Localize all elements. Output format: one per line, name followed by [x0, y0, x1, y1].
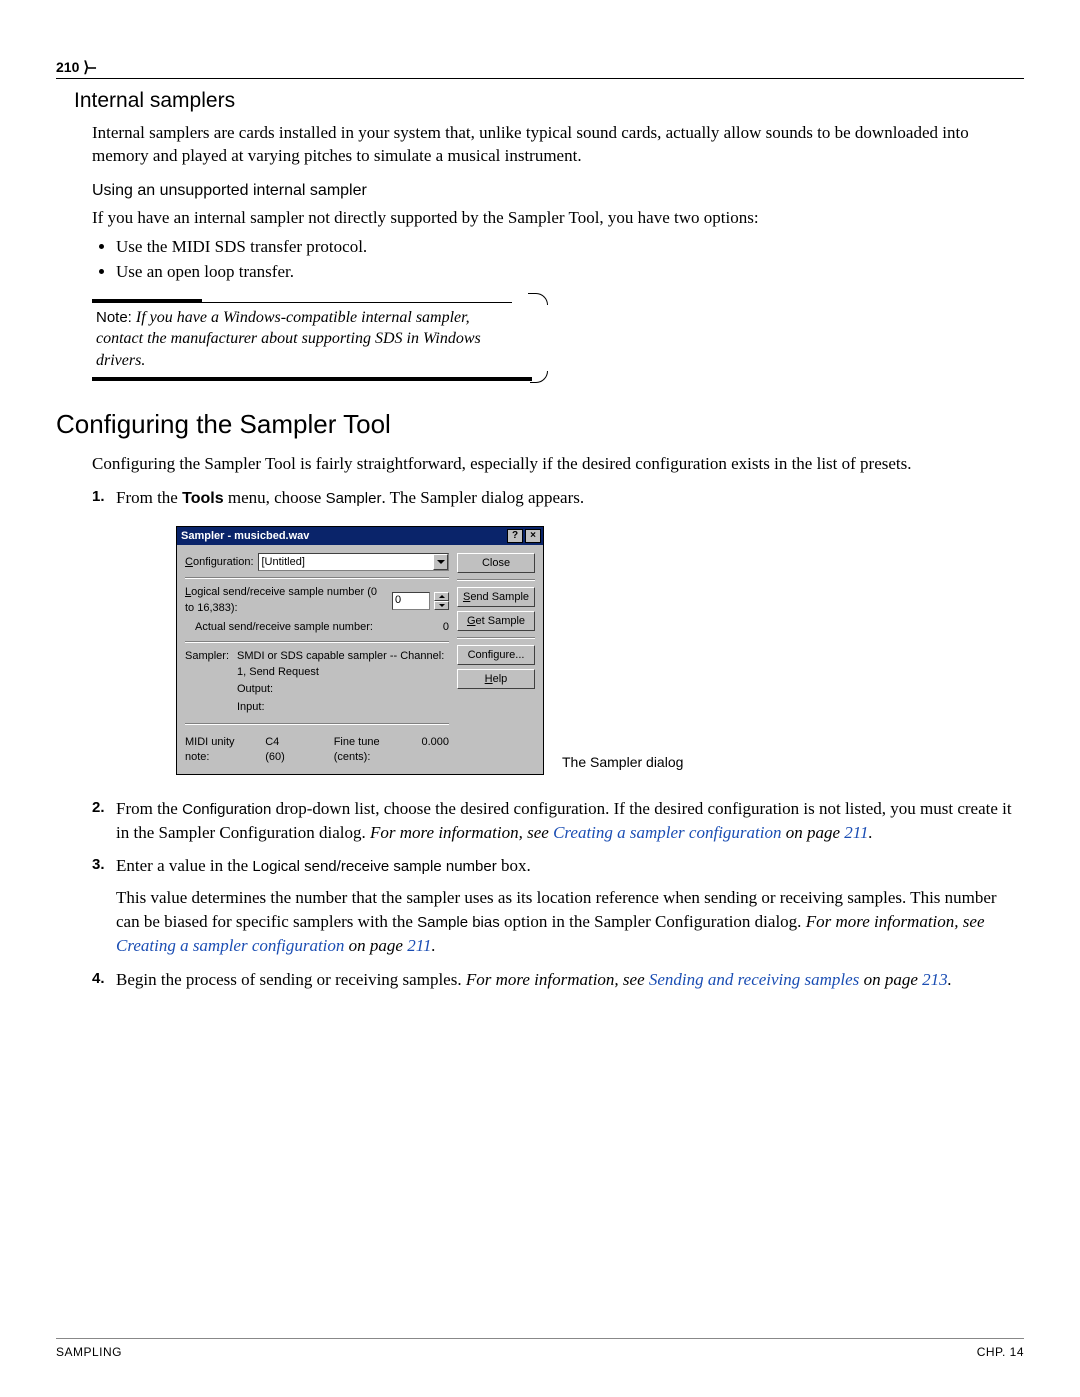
page-number: 210 ⟩⎯ [56, 58, 1024, 76]
text-run-italic: . [948, 970, 952, 989]
note-swash-icon [528, 293, 548, 305]
cross-reference-link[interactable]: Sending and receiving samples [649, 970, 859, 989]
input-label: Input: [237, 700, 279, 715]
close-button[interactable]: × [525, 529, 541, 543]
ui-configuration-dropdown: Configuration [182, 801, 271, 818]
text-run: From the [116, 488, 182, 507]
note-body: If you have a Windows-compatible interna… [96, 309, 481, 369]
text-run-italic: For more information, see [370, 823, 553, 842]
ui-sampler-item: Sampler [326, 490, 382, 507]
text-run-italic: For more information, see [806, 912, 985, 931]
chevron-down-icon[interactable] [433, 554, 448, 570]
step-1: 1. From the Tools menu, choose Sampler. … [92, 486, 1024, 775]
page-number-decoration: ⟩⎯ [83, 58, 94, 76]
dialog-figure: Sampler - musicbed.wav ? × Configuration… [176, 526, 1024, 775]
text-run: option in the Sampler Configuration dial… [500, 912, 806, 931]
bullet-list: Use the MIDI SDS transfer protocol. Use … [112, 235, 1024, 284]
get-sample-button[interactable]: Get Sample [457, 611, 535, 631]
text-run: box. [497, 856, 531, 875]
sampler-info-label: Sampler: [185, 649, 237, 680]
paragraph: If you have an internal sampler not dire… [92, 206, 1024, 229]
page-number-value: 210 [56, 59, 79, 75]
spinner-up-icon[interactable] [434, 592, 449, 601]
page-footer: SAMPLING CHP. 14 [56, 1338, 1024, 1359]
logical-number-input[interactable]: 0 [392, 592, 430, 610]
logical-number-label: Logical send/receive sample number (0 to… [185, 585, 388, 616]
step-number: 2. [92, 797, 105, 818]
dialog-close-button[interactable]: Close [457, 553, 535, 573]
step-number: 4. [92, 968, 105, 989]
paragraph: Configuring the Sampler Tool is fairly s… [92, 452, 1024, 475]
midi-unity-label: MIDI unity note: [185, 735, 253, 766]
fine-tune-label: Fine tune (cents): [334, 735, 410, 766]
input-value: 0 [395, 593, 401, 608]
cross-reference-link[interactable]: Creating a sampler configuration [553, 823, 781, 842]
text-run-italic: . [869, 823, 873, 842]
ordered-steps: 1. From the Tools menu, choose Sampler. … [92, 486, 1024, 991]
text-run: Begin the process of sending or receivin… [116, 970, 466, 989]
sampler-info-value: SMDI or SDS capable sampler -- Channel: … [237, 649, 449, 680]
heading-configuring: Configuring the Sampler Tool [56, 409, 1024, 440]
text-run: . The Sampler dialog appears. [381, 488, 584, 507]
configuration-label: Configuration: [185, 555, 254, 570]
cross-reference-link[interactable]: Creating a sampler configuration [116, 936, 344, 955]
text-run-italic: on page [344, 936, 407, 955]
step-3: 3. Enter a value in the Logical send/rec… [92, 854, 1024, 957]
dialog-titlebar[interactable]: Sampler - musicbed.wav ? × [177, 527, 543, 545]
configure-button[interactable]: Configure... [457, 645, 535, 665]
list-item: Use an open loop transfer. [116, 260, 1024, 285]
ui-logical-number-box: Logical send/receive sample number [252, 858, 496, 875]
text-run: Enter a value in the [116, 856, 252, 875]
configuration-dropdown[interactable]: [Untitled] [258, 553, 450, 571]
button-label: Configure... [468, 648, 525, 663]
spinner-down-icon[interactable] [434, 601, 449, 610]
button-label: Close [482, 556, 510, 571]
text-run-italic: For more information, see [466, 970, 649, 989]
page-link[interactable]: 213 [922, 970, 948, 989]
note-box: Note: If you have a Windows-compatible i… [92, 299, 532, 382]
step-4: 4. Begin the process of sending or recei… [92, 968, 1024, 992]
ui-tools-menu: Tools [182, 490, 223, 507]
text-run: From the [116, 799, 182, 818]
ui-sample-bias: Sample bias [417, 914, 500, 931]
actual-number-label: Actual send/receive sample number: [185, 620, 373, 635]
text-run-italic: on page [781, 823, 844, 842]
sampler-dialog: Sampler - musicbed.wav ? × Configuration… [176, 526, 544, 775]
figure-caption: The Sampler dialog [562, 753, 683, 775]
step-number: 1. [92, 486, 105, 507]
page-link[interactable]: 211 [844, 823, 868, 842]
paragraph: Internal samplers are cards installed in… [92, 121, 1024, 168]
text-run-italic: . [431, 936, 435, 955]
output-label: Output: [237, 682, 279, 697]
heading-unsupported: Using an unsupported internal sampler [92, 182, 1024, 200]
text-run: menu, choose [224, 488, 326, 507]
horizontal-rule [56, 78, 1024, 79]
actual-number-value: 0 [443, 620, 449, 635]
question-icon: ? [512, 531, 518, 541]
step-number: 3. [92, 854, 105, 875]
number-spinner[interactable] [434, 592, 449, 610]
step-2: 2. From the Configuration drop-down list… [92, 797, 1024, 845]
send-sample-button[interactable]: Send Sample [457, 587, 535, 607]
help-button[interactable]: Help [457, 669, 535, 689]
footer-right: CHP. 14 [977, 1345, 1024, 1359]
footer-left: SAMPLING [56, 1345, 122, 1359]
help-button[interactable]: ? [507, 529, 523, 543]
note-swash-icon [530, 371, 548, 383]
text-run-italic: on page [859, 970, 922, 989]
fine-tune-value: 0.000 [421, 735, 449, 766]
note-label: Note: [96, 309, 132, 326]
list-item: Use the MIDI SDS transfer protocol. [116, 235, 1024, 260]
heading-internal-samplers: Internal samplers [74, 89, 1024, 113]
dropdown-value: [Untitled] [262, 555, 305, 570]
close-icon: × [530, 531, 536, 541]
page-content: 210 ⟩⎯ Internal samplers Internal sample… [0, 0, 1080, 1041]
page-link[interactable]: 211 [407, 936, 431, 955]
dialog-title: Sampler - musicbed.wav [181, 529, 505, 544]
midi-unity-value: C4 (60) [265, 735, 297, 766]
